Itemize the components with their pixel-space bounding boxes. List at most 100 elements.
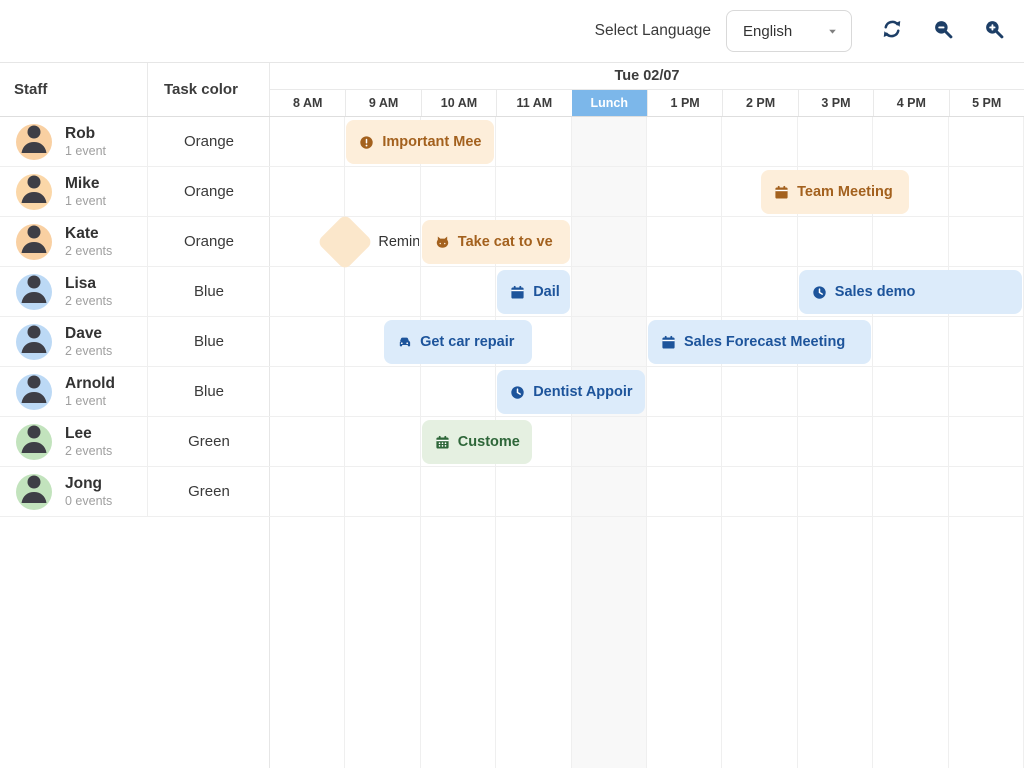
zoom-in-button[interactable] <box>984 19 1004 44</box>
calendar-grid-icon <box>435 435 450 450</box>
staff-event-count: 0 events <box>65 494 112 508</box>
chevron-down-icon <box>827 26 838 37</box>
person-icon <box>16 374 52 410</box>
event-label: Team Meeting <box>797 184 893 200</box>
event-take-cat-to-ve[interactable]: Take cat to ve <box>422 220 570 264</box>
event-team-meeting[interactable]: Team Meeting <box>761 170 909 214</box>
avatar <box>16 274 52 310</box>
avatar <box>16 324 52 360</box>
event-sales-forecast-meeting[interactable]: Sales Forecast Meeting <box>648 320 871 364</box>
event-label: Sales Forecast Meeting <box>684 334 845 350</box>
event-label: Get car repair <box>420 334 514 350</box>
event-dail[interactable]: Dail <box>497 270 569 314</box>
scheduler-header: Staff Task color Tue 02/07 8 AM9 AM10 AM… <box>0 62 1024 117</box>
staff-column-header: Staff <box>0 63 148 116</box>
event-label: Take cat to ve <box>458 234 553 250</box>
staff-cell-lisa: Lisa2 events <box>0 267 148 316</box>
time-header: Tue 02/07 8 AM9 AM10 AM11 AMLunch1 PM2 P… <box>270 63 1024 116</box>
staff-row-rob: Rob1 event Orange Important Mee <box>0 117 1024 167</box>
person-icon <box>16 224 52 260</box>
date-header: Tue 02/07 <box>270 63 1024 90</box>
time-slot-5-pm: 5 PM <box>949 90 1024 116</box>
staff-row-mike: Mike1 eventOrangeTeam Meeting <box>0 167 1024 217</box>
staff-event-count: 2 events <box>65 244 112 258</box>
calendar-icon <box>774 185 789 200</box>
staff-name: Dave <box>65 325 112 343</box>
task-color-value: Blue <box>148 267 270 316</box>
person-icon <box>16 274 52 310</box>
event-label: Important Mee <box>382 134 481 150</box>
timeline-lane-lisa[interactable]: Dail Sales demo <box>270 267 1024 316</box>
staff-cell-arnold: Arnold1 event <box>0 367 148 416</box>
time-slot-10-am: 10 AM <box>421 90 496 116</box>
timeline-lane-jong[interactable] <box>270 467 1024 516</box>
staff-event-count: 2 events <box>65 444 112 458</box>
staff-info: Lee2 events <box>65 425 112 459</box>
avatar <box>16 474 52 510</box>
time-slot-3-pm: 3 PM <box>798 90 873 116</box>
task-color-value: Green <box>148 467 270 516</box>
task-color-value: Blue <box>148 317 270 366</box>
staff-event-count: 2 events <box>65 294 112 308</box>
language-select-value: English <box>743 23 792 40</box>
staff-cell-rob: Rob1 event <box>0 117 148 166</box>
event-important-mee[interactable]: Important Mee <box>346 120 494 164</box>
event-get-car-repair[interactable]: Get car repair <box>384 320 532 364</box>
staff-rows: Rob1 eventOrangeImportant MeeMike1 event… <box>0 117 1024 517</box>
time-row: 8 AM9 AM10 AM11 AMLunch1 PM2 PM3 PM4 PM5… <box>270 90 1024 116</box>
staff-name: Rob <box>65 125 106 143</box>
calendar-icon <box>661 335 676 350</box>
event-label: Dentist Appoir <box>533 384 632 400</box>
staff-cell-lee: Lee2 events <box>0 417 148 466</box>
milestone-diamond-remin[interactable] <box>317 214 374 271</box>
event-label: Dail <box>533 284 560 300</box>
staff-info: Rob1 event <box>65 125 106 159</box>
timeline-lane-dave[interactable]: Get car repair Sales Forecast Meeting <box>270 317 1024 366</box>
staff-event-count: 1 event <box>65 194 106 208</box>
zoom-out-icon <box>933 19 953 44</box>
timeline-lane-arnold[interactable]: Dentist Appoir <box>270 367 1024 416</box>
staff-info: Lisa2 events <box>65 275 112 309</box>
time-slot-1-pm: 1 PM <box>647 90 722 116</box>
staff-name: Lisa <box>65 275 112 293</box>
time-slot-lunch: Lunch <box>572 90 647 116</box>
person-icon <box>16 474 52 510</box>
zoom-out-button[interactable] <box>933 19 953 44</box>
language-select[interactable]: English <box>726 10 852 52</box>
grid-body: Rob1 eventOrangeImportant MeeMike1 event… <box>0 117 1024 768</box>
time-slot-11-am: 11 AM <box>496 90 571 116</box>
staff-info: Arnold1 event <box>65 375 115 409</box>
timeline-lane-rob[interactable]: Important Mee <box>270 117 1024 166</box>
person-icon <box>16 424 52 460</box>
refresh-button[interactable] <box>882 19 902 44</box>
staff-row-lee: Lee2 eventsGreenCustome <box>0 417 1024 467</box>
staff-row-dave: Dave2 events Blue Get car repair Sales Fore… <box>0 317 1024 367</box>
staff-name: Arnold <box>65 375 115 393</box>
staff-cell-mike: Mike1 event <box>0 167 148 216</box>
toolbar-buttons <box>882 19 1004 44</box>
time-slot-8-am: 8 AM <box>270 90 345 116</box>
time-slot-9-am: 9 AM <box>345 90 420 116</box>
timeline-lane-lee[interactable]: Custome <box>270 417 1024 466</box>
event-sales-demo[interactable]: Sales demo <box>799 270 1022 314</box>
staff-name: Lee <box>65 425 112 443</box>
car-icon <box>397 335 412 350</box>
task-color-column-header: Task color <box>148 63 270 116</box>
staff-info: Dave2 events <box>65 325 112 359</box>
alert-circle-icon <box>359 135 374 150</box>
staff-event-count: 2 events <box>65 344 112 358</box>
clock-icon <box>812 285 827 300</box>
calendar-icon <box>510 285 525 300</box>
event-custome[interactable]: Custome <box>422 420 532 464</box>
staff-row-arnold: Arnold1 event Blue Dentist Appoir <box>0 367 1024 417</box>
event-label: Sales demo <box>835 284 916 300</box>
select-language-label: Select Language <box>595 22 711 40</box>
staff-name: Mike <box>65 175 106 193</box>
event-dentist-appoir[interactable]: Dentist Appoir <box>497 370 645 414</box>
task-color-value: Blue <box>148 367 270 416</box>
event-label: Custome <box>458 434 520 450</box>
timeline-lane-mike[interactable]: Team Meeting <box>270 167 1024 216</box>
timeline-lane-kate[interactable]: ReminTake cat to ve <box>270 217 1024 266</box>
staff-info: Jong0 events <box>65 475 112 509</box>
task-color-value: Orange <box>148 117 270 166</box>
